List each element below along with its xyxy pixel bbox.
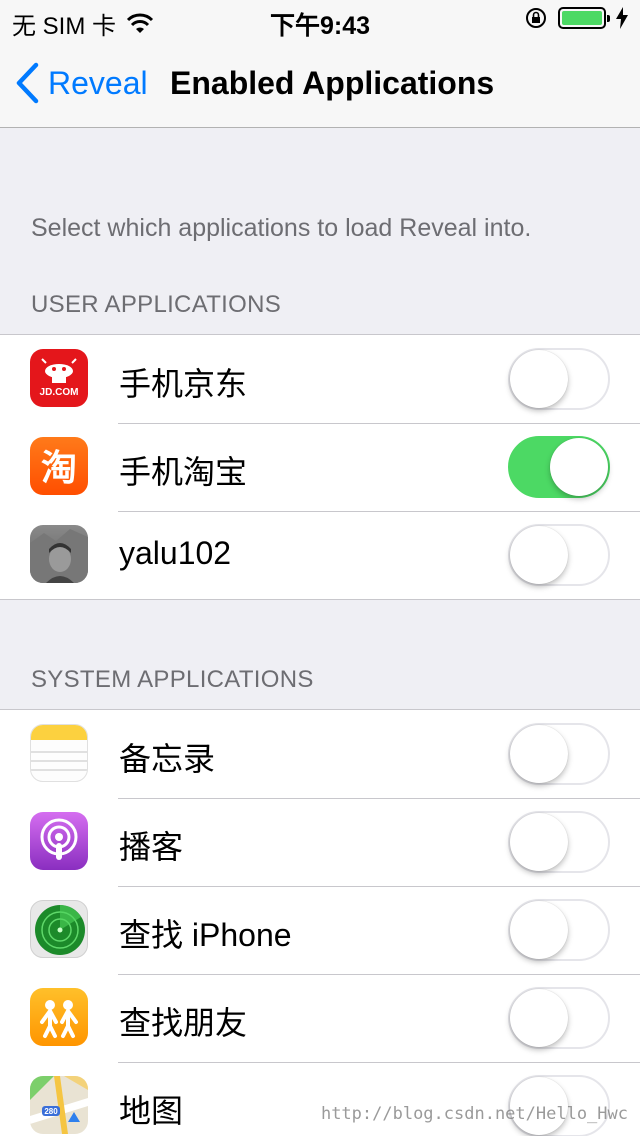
app-toggle[interactable] [508,723,610,785]
back-button[interactable]: Reveal [14,62,148,104]
list-item: 播客 [0,798,640,886]
battery-icon [558,7,610,29]
charging-icon [616,7,628,29]
list-item: 查找 iPhone [0,886,640,974]
user-applications-header: USER APPLICATIONS [31,291,282,318]
list-item: 查找朋友 [0,974,640,1062]
app-name: yalu102 [119,535,232,571]
page-title: Enabled Applications [170,65,495,101]
app-name: 查找 iPhone [119,917,292,953]
navigation-bar: Reveal Enabled Applications [0,40,640,128]
status-bar: 无 SIM 卡 下午9:43 [0,0,640,40]
app-toggle[interactable] [508,524,610,586]
find-friends-app-icon [30,988,88,1046]
yalu-app-icon [30,525,88,583]
app-name: 播客 [119,829,184,865]
app-toggle[interactable] [508,811,610,873]
app-name: 查找朋友 [119,1005,248,1041]
podcasts-app-icon [30,812,88,870]
system-applications-list: 备忘录 播客 查找 iPhone 查找朋友 280 地图 [0,709,640,1136]
list-item: 淘 手机淘宝 [0,423,640,511]
system-applications-header: SYSTEM APPLICATIONS [31,666,314,693]
notes-app-icon [30,724,88,782]
app-name: 地图 [119,1093,184,1129]
find-iphone-app-icon [30,900,88,958]
list-item: 280 地图 [0,1062,640,1136]
app-toggle[interactable] [508,899,610,961]
app-name: 备忘录 [119,741,216,777]
list-item: JD.COM 手机京东 [0,335,640,423]
svg-text:280: 280 [44,1107,58,1116]
jd-app-icon: JD.COM [30,349,88,407]
app-toggle[interactable] [508,348,610,410]
svg-text:JD.COM: JD.COM [40,387,79,398]
taobao-app-icon: 淘 [30,437,88,495]
back-label: Reveal [48,64,148,101]
svg-text:淘: 淘 [41,448,77,489]
app-toggle[interactable] [508,987,610,1049]
maps-app-icon: 280 [30,1076,88,1134]
app-name: 手机淘宝 [119,454,248,490]
orientation-lock-icon [526,8,546,28]
description-text: Select which applications to load Reveal… [31,214,532,242]
status-right [524,6,628,30]
chevron-left-icon [16,62,39,104]
app-name: 手机京东 [119,366,248,402]
user-applications-list: JD.COM 手机京东 淘 手机淘宝 yalu102 [0,334,640,600]
app-toggle[interactable] [508,436,610,498]
watermark: http://blog.csdn.net/Hello_Hwc [320,1104,628,1124]
list-item: 备忘录 [0,710,640,798]
list-item: yalu102 [0,511,640,599]
